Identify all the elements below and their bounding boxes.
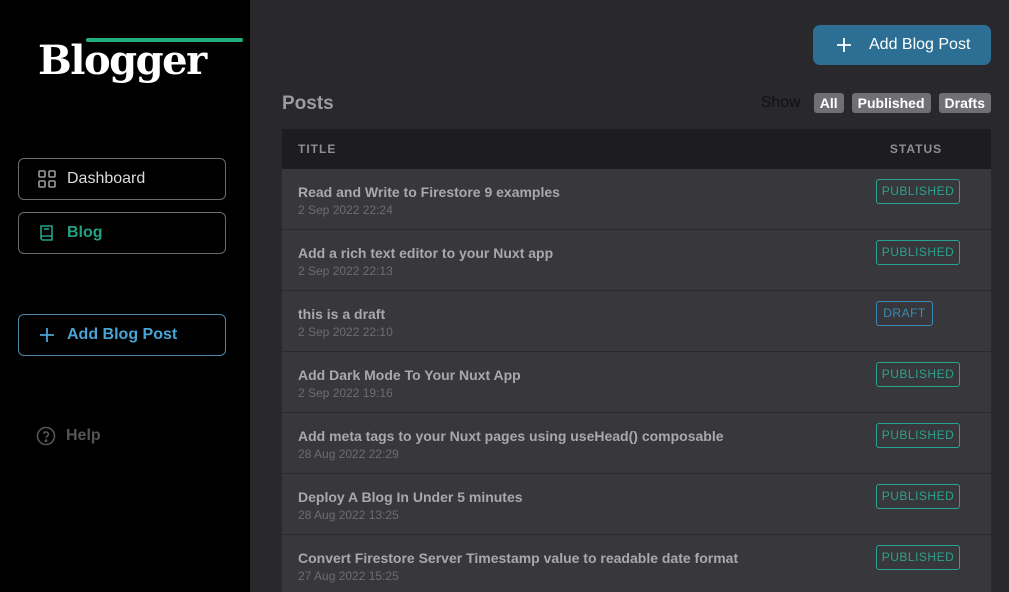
status-badge: PUBLISHED [876,179,960,204]
table-row[interactable]: Add Dark Mode To Your Nuxt App 2 Sep 202… [282,352,991,413]
sidebar-add-blog-post-label: Add Blog Post [67,326,178,343]
sidebar-item-dashboard[interactable]: Dashboard [18,158,226,200]
app: Blogger Dashboard Blog Add Blog Post Hel… [0,0,1009,592]
plus-icon [835,36,853,54]
post-date: 27 Aug 2022 15:25 [298,569,399,583]
table-row[interactable]: Add meta tags to your Nuxt pages using u… [282,413,991,474]
post-title[interactable]: this is a draft [298,306,385,322]
logo-text: Blogger [38,37,207,84]
post-title[interactable]: Read and Write to Firestore 9 examples [298,184,560,200]
table-row[interactable]: Convert Firestore Server Timestamp value… [282,535,991,592]
post-date: 2 Sep 2022 22:24 [298,203,393,217]
post-date: 28 Aug 2022 22:29 [298,447,399,461]
grid-icon [37,169,57,189]
post-title[interactable]: Deploy A Blog In Under 5 minutes [298,489,523,505]
help-label: Help [66,427,101,444]
help-circle-icon [36,426,56,446]
post-date: 2 Sep 2022 19:16 [298,386,393,400]
page-title: Posts [282,93,334,114]
status-badge: PUBLISHED [876,423,960,448]
status-badge: PUBLISHED [876,545,960,570]
table-header: TITLE STATUS [282,129,991,169]
status-badge: PUBLISHED [876,240,960,265]
status-badge: PUBLISHED [876,362,960,387]
post-date: 2 Sep 2022 22:13 [298,264,393,278]
filter-all-button[interactable]: All [813,93,844,113]
table-row[interactable]: Read and Write to Firestore 9 examples 2… [282,169,991,230]
column-header-status: STATUS [889,142,943,156]
status-filters: Show All Published Drafts [761,93,991,113]
add-blog-post-label: Add Blog Post [869,36,971,53]
filter-published-button[interactable]: Published [851,93,931,113]
table-row[interactable]: Add a rich text editor to your Nuxt app … [282,230,991,291]
post-date: 2 Sep 2022 22:10 [298,325,393,339]
sidebar-add-blog-post-button[interactable]: Add Blog Post [18,314,226,356]
sidebar: Blogger Dashboard Blog Add Blog Post Hel… [0,0,250,592]
sidebar-item-blog-label: Blog [67,224,103,241]
post-title[interactable]: Add Dark Mode To Your Nuxt App [298,367,521,383]
post-title[interactable]: Convert Firestore Server Timestamp value… [298,550,738,566]
book-icon [37,223,57,243]
sidebar-item-blog[interactable]: Blog [18,212,226,254]
filter-show-label: Show [760,94,801,111]
table-row[interactable]: this is a draft 2 Sep 2022 22:10 DRAFT [282,291,991,352]
status-badge: PUBLISHED [876,484,960,509]
post-date: 28 Aug 2022 13:25 [298,508,399,522]
posts-table: TITLE STATUS Read and Write to Firestore… [282,129,991,592]
sidebar-item-dashboard-label: Dashboard [67,170,146,187]
filter-drafts-button[interactable]: Drafts [938,93,991,113]
post-title[interactable]: Add a rich text editor to your Nuxt app [298,245,553,261]
table-row[interactable]: Deploy A Blog In Under 5 minutes 28 Aug … [282,474,991,535]
column-header-title: TITLE [298,142,337,156]
post-title[interactable]: Add meta tags to your Nuxt pages using u… [298,428,724,444]
add-blog-post-button[interactable]: Add Blog Post [813,25,991,65]
status-badge: DRAFT [876,301,933,326]
main-content: Add Blog Post Posts Show All Published D… [250,0,1009,592]
logo[interactable]: Blogger [38,36,243,88]
help-link[interactable]: Help [36,426,101,446]
plus-icon [37,325,57,345]
